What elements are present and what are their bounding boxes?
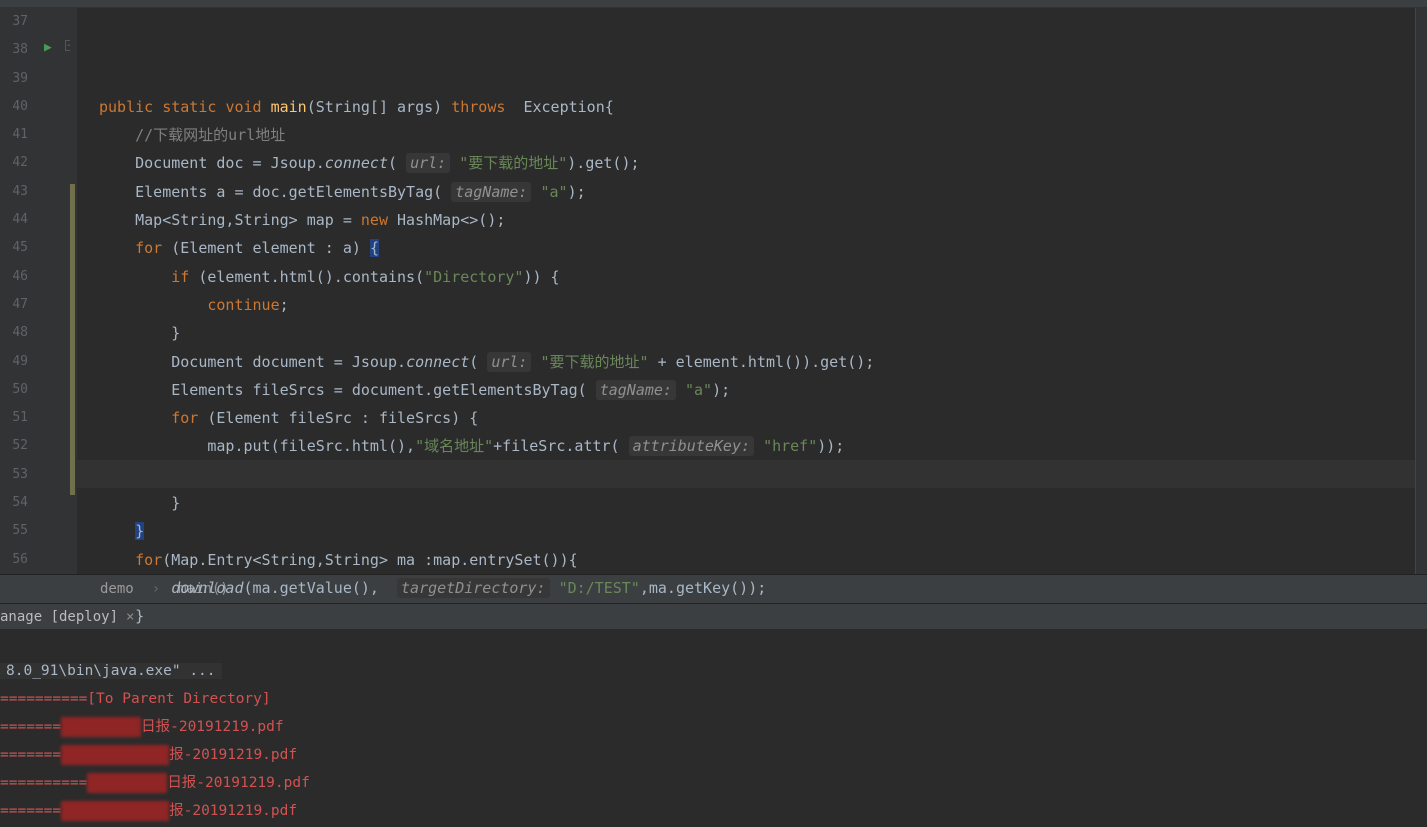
console-line: ==========日报-20191219.pdf xyxy=(0,775,310,791)
editor-tabs-bar xyxy=(0,0,1427,8)
code-line: Document document = Jsoup.connect( url: … xyxy=(99,352,874,372)
code-line: for (Element fileSrc : fileSrcs) { xyxy=(99,409,478,427)
code-line: Elements fileSrcs = document.getElements… xyxy=(99,380,730,400)
editor-area: 37 38 39 40 41 42 43 44 45 46 47 48 49 5… xyxy=(0,8,1427,574)
code-editor[interactable]: public static void main(String[] args) t… xyxy=(77,8,1415,574)
code-line: if (element.html().contains("Directory")… xyxy=(99,268,560,286)
console-line: ==========[To Parent Directory] xyxy=(0,691,271,707)
code-line: Map<String,String> map = new HashMap<>()… xyxy=(99,211,505,229)
gutter-icons: ▶ − xyxy=(34,8,70,574)
change-marker-strip xyxy=(70,8,77,574)
console-command: 8.0_91\bin\java.exe" ... xyxy=(0,663,222,679)
console-line: =======日报-20191219.pdf xyxy=(0,719,284,735)
code-line: } xyxy=(99,522,144,540)
console-output[interactable]: 8.0_91\bin\java.exe" ... ==========[To P… xyxy=(0,629,1427,827)
code-line: public static void main(String[] args) t… xyxy=(99,98,614,116)
code-line: //下载网址的url地址 xyxy=(99,126,285,144)
code-line: continue; xyxy=(99,296,289,314)
error-stripe[interactable] xyxy=(1415,8,1427,574)
code-line: Document doc = Jsoup.connect( url: "要下载的… xyxy=(99,153,640,173)
console-line: =======报-20191219.pdf xyxy=(0,803,297,819)
console-tab[interactable]: anage [deploy] × xyxy=(0,604,1427,629)
code-line: map.put(fileSrc.html(),"域名地址"+fileSrc.at… xyxy=(99,436,844,456)
run-icon[interactable]: ▶ xyxy=(44,40,52,55)
console-line: =======报-20191219.pdf xyxy=(0,747,297,763)
code-line: download(ma.getValue(), targetDirectory:… xyxy=(99,578,766,598)
code-line: for(Map.Entry<String,String> ma :map.ent… xyxy=(99,551,578,569)
code-line: } xyxy=(99,607,144,625)
code-line: } xyxy=(99,324,180,342)
code-line xyxy=(99,70,108,88)
code-line: Elements a = doc.getElementsByTag( tagNa… xyxy=(99,182,586,202)
code-line: for (Element element : a) { xyxy=(99,239,379,257)
code-line: } xyxy=(99,494,180,512)
line-number-gutter: 37 38 39 40 41 42 43 44 45 46 47 48 49 5… xyxy=(0,8,34,574)
